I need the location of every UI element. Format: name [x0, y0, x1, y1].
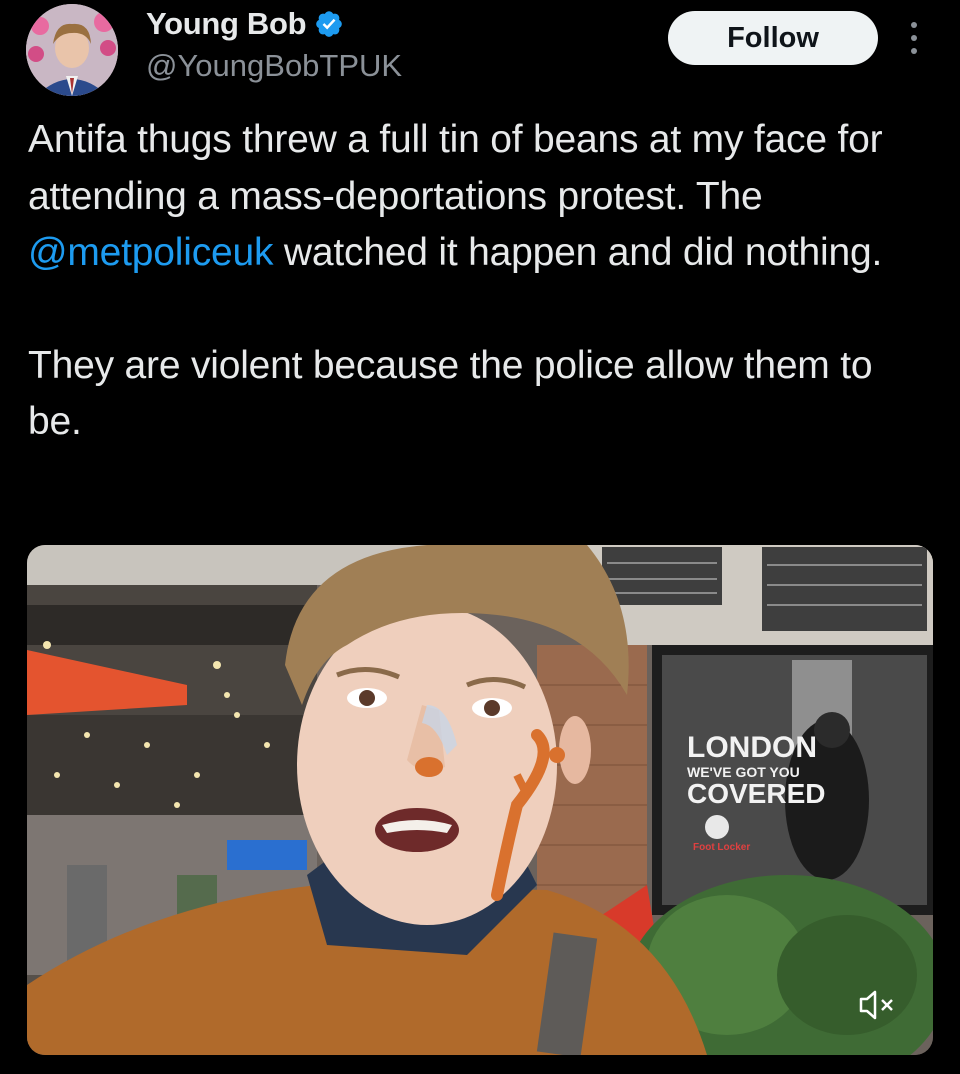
user-handle[interactable]: @YoungBobTPUK [146, 48, 402, 84]
billboard-text-3: COVERED [687, 778, 825, 809]
tweet-paragraph-1: Antifa thugs threw a full tin of beans a… [28, 112, 928, 282]
billboard-brand: Foot Locker [693, 842, 750, 853]
verified-badge-icon [314, 9, 344, 39]
avatar[interactable] [26, 4, 118, 96]
follow-button[interactable]: Follow [668, 11, 878, 65]
more-vertical-icon[interactable] [900, 18, 928, 58]
user-names: Young Bob @YoungBobTPUK [146, 2, 402, 84]
tweet-text-part: Antifa thugs threw a full tin of beans a… [28, 118, 883, 218]
mention-link[interactable]: @metpoliceuk [28, 231, 273, 274]
speaker-muted-icon[interactable] [855, 985, 899, 1025]
tweet-text-part: watched it happen and did nothing. [273, 231, 883, 274]
tweet-paragraph-2: They are violent because the police allo… [28, 343, 873, 444]
tweet-header: Young Bob @YoungBobTPUK Follow [0, 0, 960, 100]
billboard-text-1: LONDON [687, 731, 817, 764]
display-name[interactable]: Young Bob [146, 6, 307, 42]
tweet-text: Antifa thugs threw a full tin of beans a… [28, 112, 928, 451]
video-player[interactable]: LONDON WE'VE GOT YOU COVERED Foot Locker [27, 545, 933, 1055]
